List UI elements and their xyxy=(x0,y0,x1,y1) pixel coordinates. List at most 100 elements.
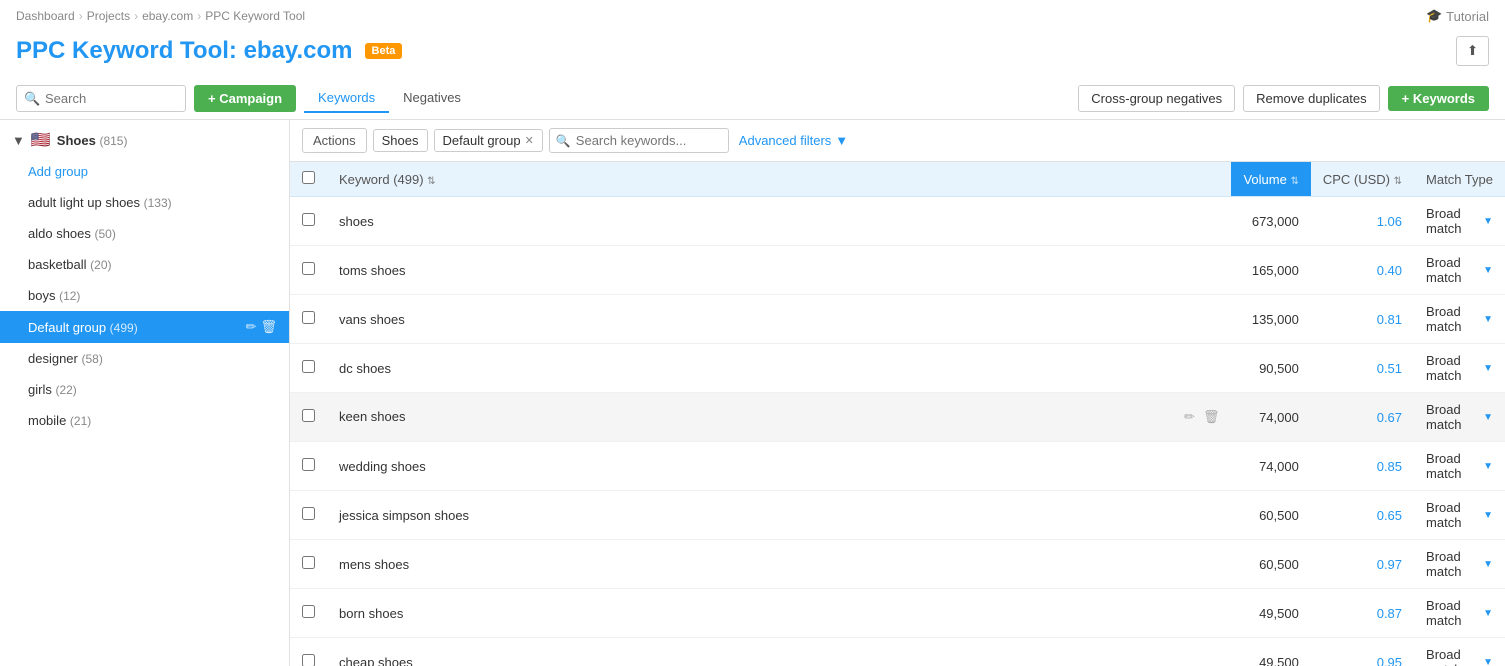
sidebar-item-mobile[interactable]: mobile (21) xyxy=(0,405,289,436)
row-match-type: Broad match ▼ xyxy=(1414,197,1505,246)
remove-filter-tag[interactable]: ✕ xyxy=(525,134,534,147)
match-type-label: Broad match xyxy=(1426,451,1481,481)
header-cpc[interactable]: CPC (USD) ⇅ xyxy=(1311,162,1414,197)
keyword-text: born shoes xyxy=(339,606,403,621)
breadcrumb-dashboard[interactable]: Dashboard xyxy=(16,9,75,23)
match-dropdown-arrow: ▼ xyxy=(1483,314,1493,325)
add-keywords-button[interactable]: + Keywords xyxy=(1388,86,1489,111)
search-wrap: 🔍 xyxy=(16,85,186,112)
row-checkbox[interactable] xyxy=(302,262,315,275)
match-dropdown-arrow: ▼ xyxy=(1483,657,1493,666)
row-cpc: 0.81 xyxy=(1311,295,1414,344)
match-dropdown-arrow: ▼ xyxy=(1483,412,1493,423)
row-match-type: Broad match ▼ xyxy=(1414,246,1505,295)
tab-negatives[interactable]: Negatives xyxy=(389,84,475,113)
tutorial-link[interactable]: 🎓 Tutorial xyxy=(1426,8,1489,24)
breadcrumb-ebay[interactable]: ebay.com xyxy=(142,9,193,23)
add-campaign-button[interactable]: + Campaign xyxy=(194,85,296,112)
row-checkbox[interactable] xyxy=(302,409,315,422)
row-cpc: 0.65 xyxy=(1311,491,1414,540)
delete-icon[interactable]: 🗑 xyxy=(260,319,277,335)
match-dropdown-arrow: ▼ xyxy=(1483,265,1493,276)
keyword-text: keen shoes xyxy=(339,409,406,424)
row-checkbox[interactable] xyxy=(302,654,315,666)
edit-icon[interactable]: ✏ xyxy=(246,319,257,335)
match-type-label: Broad match xyxy=(1426,304,1481,334)
sidebar-item-adult-light-up-shoes[interactable]: adult light up shoes (133) xyxy=(0,187,289,218)
sidebar-item-actions: ✏ 🗑 xyxy=(246,319,277,335)
right-buttons: Cross-group negatives Remove duplicates … xyxy=(1078,85,1489,112)
add-group-link[interactable]: Add group xyxy=(0,160,289,187)
sidebar-root-group[interactable]: ▼ 🇺🇸 Shoes (815) xyxy=(0,120,289,160)
main-toolbar: 🔍 + Campaign Keywords Negatives Cross-gr… xyxy=(0,78,1505,120)
remove-duplicates-button[interactable]: Remove duplicates xyxy=(1243,85,1380,112)
match-type-dropdown[interactable]: Broad match ▼ xyxy=(1426,500,1493,530)
row-match-type: Broad match ▼ xyxy=(1414,393,1505,442)
sidebar-root-label: Shoes (815) xyxy=(57,133,128,148)
edit-row-icon[interactable]: ✏ xyxy=(1184,409,1195,425)
sidebar-toggle-icon[interactable]: ▼ xyxy=(12,133,25,148)
row-volume: 135,000 xyxy=(1231,295,1310,344)
actions-button[interactable]: Actions xyxy=(302,128,367,153)
match-type-dropdown[interactable]: Broad match ▼ xyxy=(1426,255,1493,285)
row-checkbox-cell xyxy=(290,393,327,442)
sidebar-item-basketball[interactable]: basketball (20) xyxy=(0,249,289,280)
row-checkbox[interactable] xyxy=(302,605,315,618)
row-match-type: Broad match ▼ xyxy=(1414,491,1505,540)
row-checkbox[interactable] xyxy=(302,556,315,569)
table-row: mens shoes 60,500 0.97 Broad match ▼ xyxy=(290,540,1505,589)
page-title-area: PPC Keyword Tool: ebay.com Beta xyxy=(16,37,402,65)
page-header: PPC Keyword Tool: ebay.com Beta ⬆ xyxy=(0,32,1505,78)
export-button[interactable]: ⬆ xyxy=(1456,36,1489,66)
sidebar-item-default-group[interactable]: Default group (499) ✏ 🗑 xyxy=(0,311,289,343)
sidebar-item-boys[interactable]: boys (12) xyxy=(0,280,289,311)
advanced-filters-button[interactable]: Advanced filters ▼ xyxy=(739,133,848,148)
keywords-table: Keyword (499) ⇅ Volume ⇅ CPC (USD) ⇅ xyxy=(290,162,1505,666)
row-volume: 74,000 xyxy=(1231,393,1310,442)
cross-group-negatives-button[interactable]: Cross-group negatives xyxy=(1078,85,1235,112)
match-type-dropdown[interactable]: Broad match ▼ xyxy=(1426,549,1493,579)
match-type-dropdown[interactable]: Broad match ▼ xyxy=(1426,598,1493,628)
row-keyword: born shoes xyxy=(327,589,1231,638)
content-area: Actions Shoes Default group ✕ 🔍 Advanced… xyxy=(290,120,1505,666)
sidebar-item-girls[interactable]: girls (22) xyxy=(0,374,289,405)
breadcrumb-projects[interactable]: Projects xyxy=(87,9,130,23)
tab-keywords[interactable]: Keywords xyxy=(304,84,389,113)
row-checkbox[interactable] xyxy=(302,507,315,520)
row-cpc: 0.87 xyxy=(1311,589,1414,638)
header-keyword[interactable]: Keyword (499) ⇅ xyxy=(327,162,1231,197)
sidebar-item-designer[interactable]: designer (58) xyxy=(0,343,289,374)
row-checkbox-cell xyxy=(290,344,327,393)
row-checkbox[interactable] xyxy=(302,458,315,471)
table-row: cheap shoes 49,500 0.95 Broad match ▼ xyxy=(290,638,1505,666)
search-icon: 🔍 xyxy=(24,91,40,107)
filter-search-input[interactable] xyxy=(549,128,729,153)
beta-badge: Beta xyxy=(365,43,403,59)
match-type-label: Broad match xyxy=(1426,647,1481,666)
tab-bar: Keywords Negatives xyxy=(304,84,1070,113)
row-checkbox[interactable] xyxy=(302,360,315,373)
sidebar-item-aldo-shoes[interactable]: aldo shoes (50) xyxy=(0,218,289,249)
table-row: wedding shoes 74,000 0.85 Broad match ▼ xyxy=(290,442,1505,491)
match-type-dropdown[interactable]: Broad match ▼ xyxy=(1426,402,1493,432)
header-volume[interactable]: Volume ⇅ xyxy=(1231,162,1310,197)
match-type-dropdown[interactable]: Broad match ▼ xyxy=(1426,206,1493,236)
filter-tag-shoes: Shoes xyxy=(373,129,428,152)
match-type-dropdown[interactable]: Broad match ▼ xyxy=(1426,647,1493,666)
header-match-type[interactable]: Match Type xyxy=(1414,162,1505,197)
match-type-dropdown[interactable]: Broad match ▼ xyxy=(1426,304,1493,334)
match-type-dropdown[interactable]: Broad match ▼ xyxy=(1426,353,1493,383)
select-all-checkbox[interactable] xyxy=(302,171,315,184)
delete-row-icon[interactable]: 🗑 xyxy=(1203,409,1220,425)
row-checkbox[interactable] xyxy=(302,311,315,324)
header-checkbox-col xyxy=(290,162,327,197)
match-type-label: Broad match xyxy=(1426,598,1481,628)
row-keyword: mens shoes xyxy=(327,540,1231,589)
flag-icon: 🇺🇸 xyxy=(31,130,51,150)
keyword-text: cheap shoes xyxy=(339,655,413,666)
match-type-dropdown[interactable]: Broad match ▼ xyxy=(1426,451,1493,481)
row-checkbox[interactable] xyxy=(302,213,315,226)
match-type-label: Broad match xyxy=(1426,549,1481,579)
row-volume: 49,500 xyxy=(1231,638,1310,666)
search-input[interactable] xyxy=(16,85,186,112)
